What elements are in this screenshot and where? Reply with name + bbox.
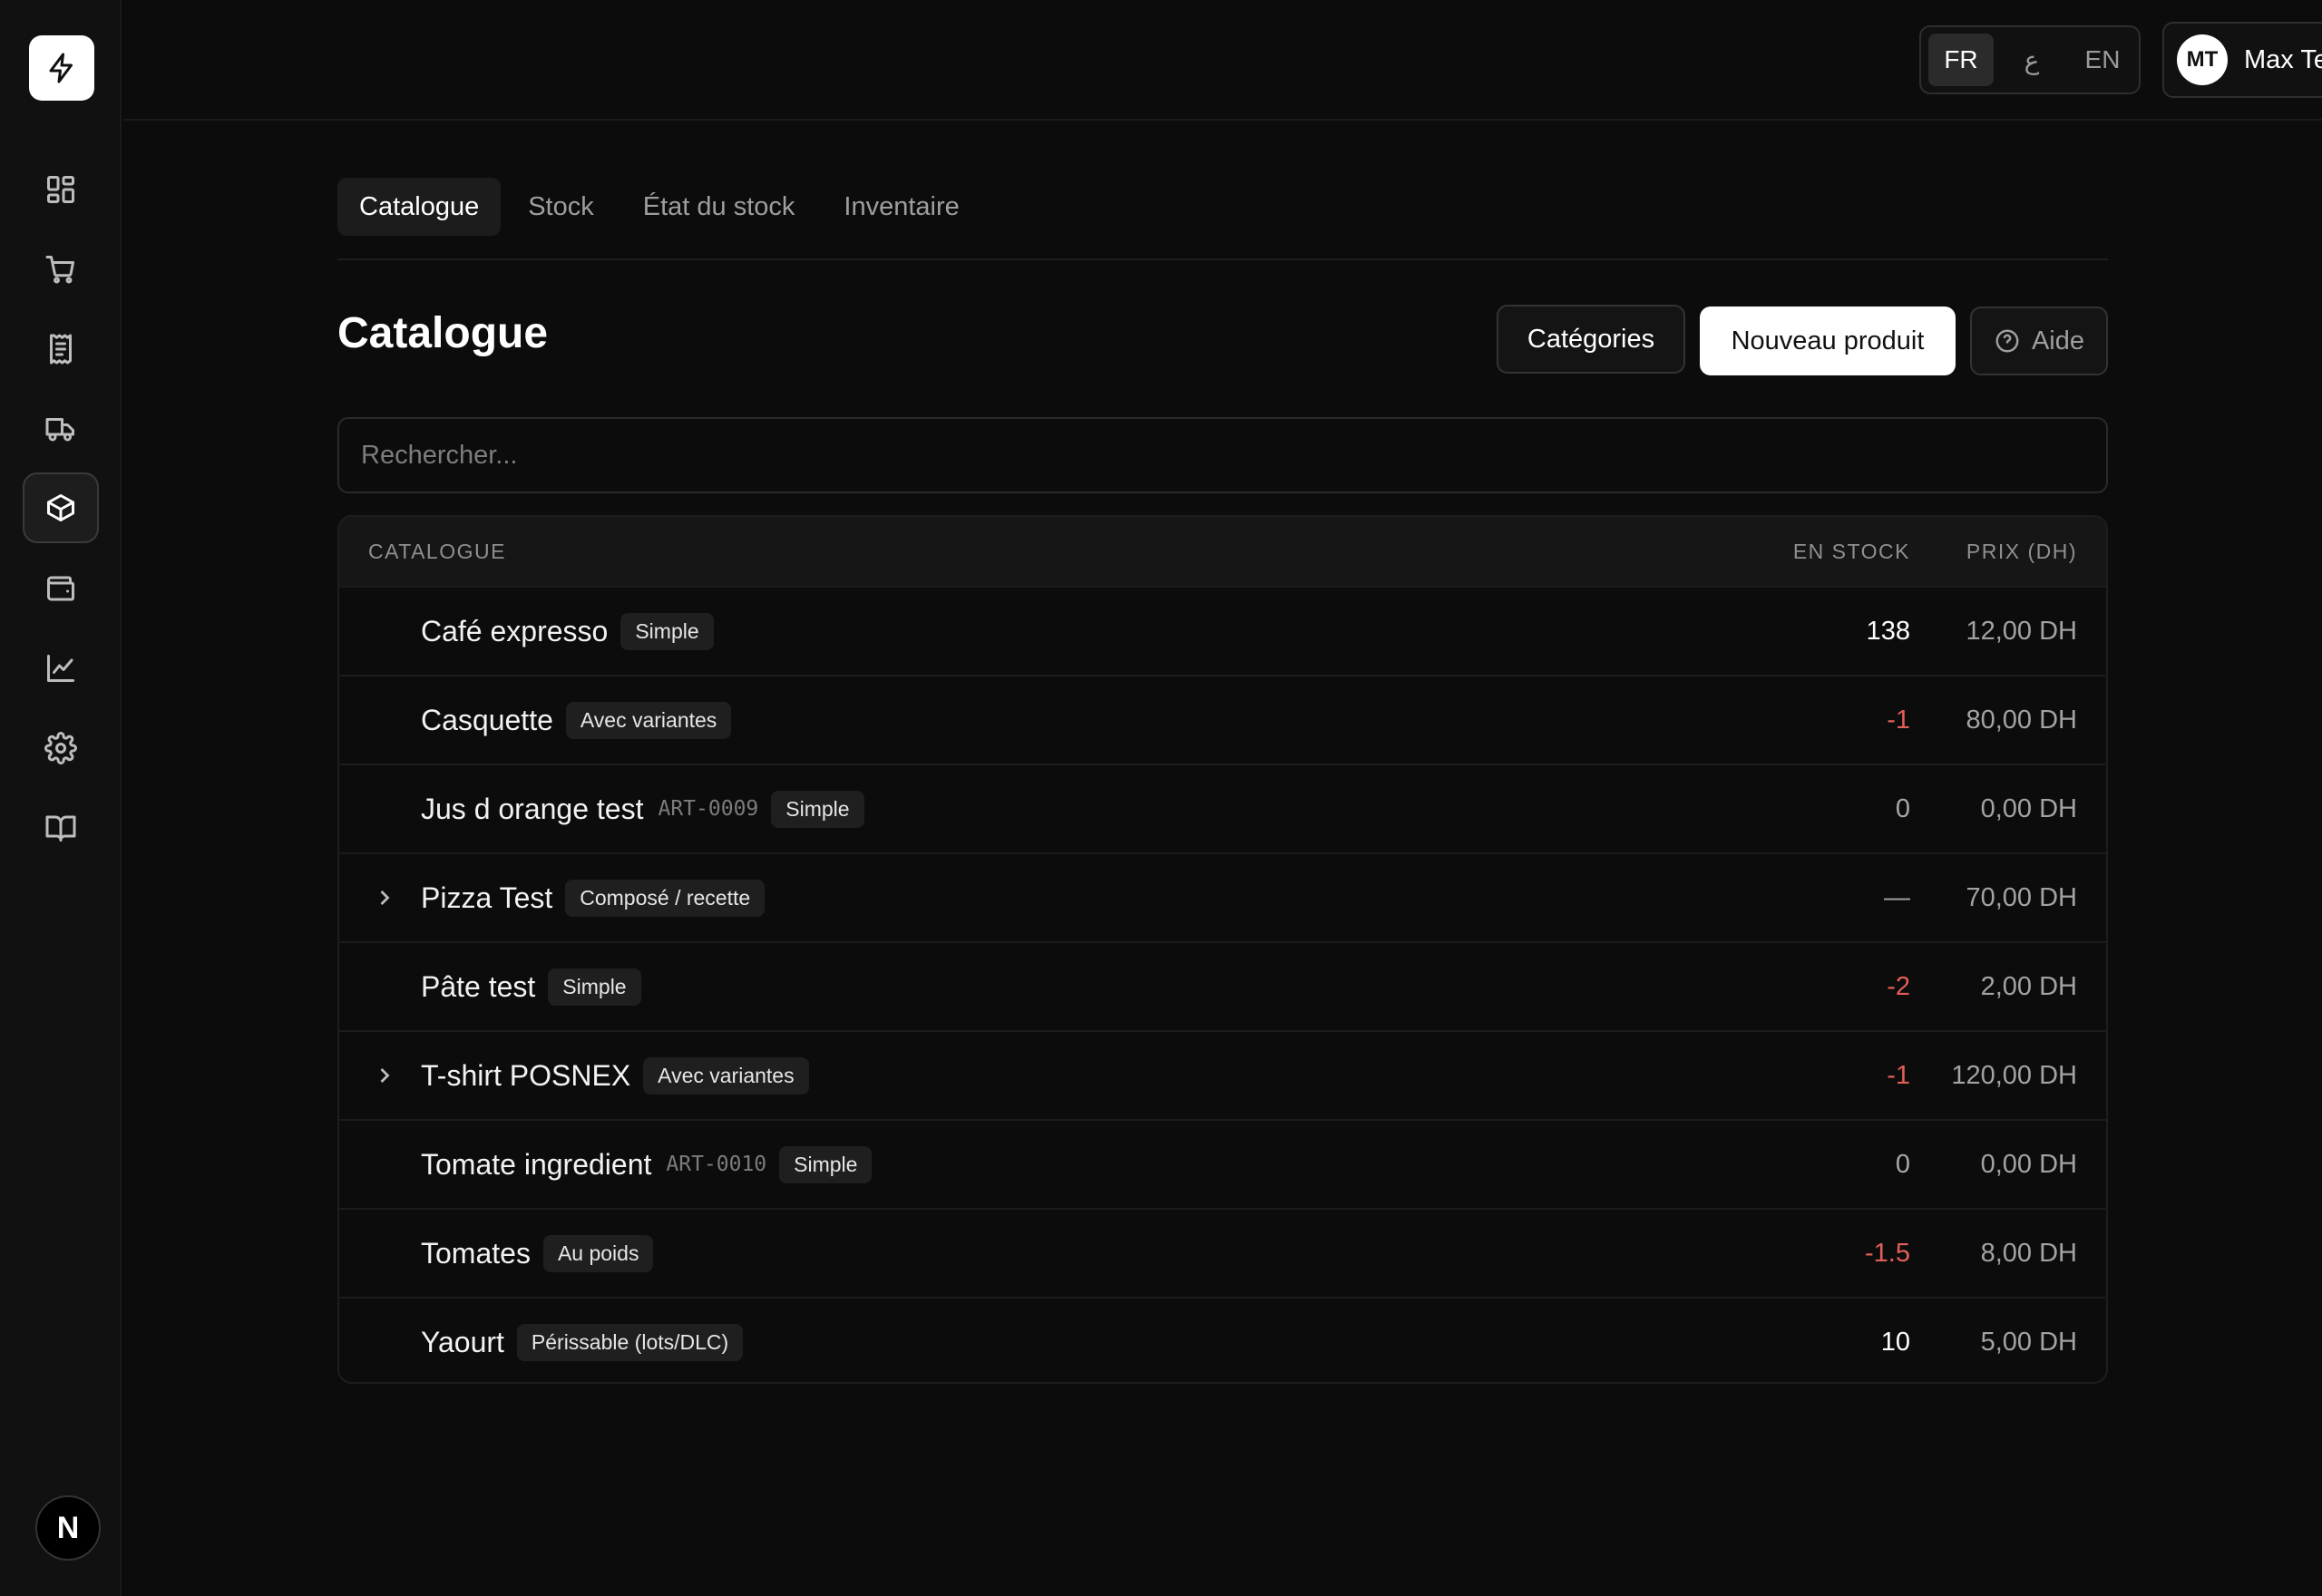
- chart-icon: [47, 655, 74, 682]
- price-value: 0,00 DH: [1980, 1149, 2077, 1179]
- price-value: 70,00 DH: [1966, 882, 2077, 912]
- product-sku: ART-0009: [658, 797, 759, 821]
- lang-ar-button[interactable]: ع: [1999, 34, 2064, 86]
- sidebar-item-wallet[interactable]: [23, 553, 99, 624]
- cart-icon: [45, 256, 74, 284]
- settings-icon: [44, 732, 77, 764]
- truck-icon: [45, 418, 74, 442]
- dashboard-icon: [47, 176, 74, 203]
- product-name: Casquette: [421, 703, 553, 736]
- logo[interactable]: [29, 35, 94, 101]
- page-title: Catalogue: [337, 309, 549, 357]
- column-header-name[interactable]: CATALOGUE: [339, 540, 1693, 564]
- sidebar-item-catalogue[interactable]: [23, 472, 99, 543]
- product-type-badge: Simple: [548, 968, 641, 1006]
- section-tabs: Catalogue Stock État du stock Inventaire: [337, 178, 2108, 260]
- chevron-right-icon[interactable]: [372, 1063, 397, 1088]
- table-row[interactable]: Jus d orange test ART-0009 Simple 0 0,00…: [339, 764, 2106, 852]
- table-row[interactable]: Pizza Test Composé / recette — 70,00 DH: [339, 852, 2106, 941]
- table-row[interactable]: Pâte test Simple -2 2,00 DH: [339, 941, 2106, 1030]
- product-type-badge: Avec variantes: [565, 701, 732, 739]
- catalogue-table: CATALOGUE EN STOCK PRIX (DH) Café expres…: [337, 515, 2108, 1384]
- receipt-icon: [50, 334, 72, 365]
- sidebar: N: [0, 0, 122, 1596]
- product-name: Jus d orange test: [421, 792, 644, 825]
- table-row[interactable]: T-shirt POSNEX Avec variantes -1 120,00 …: [339, 1030, 2106, 1119]
- tab-inventory[interactable]: Inventaire: [822, 178, 981, 236]
- price-value: 120,00 DH: [1951, 1060, 2077, 1090]
- sidebar-item-settings[interactable]: [23, 713, 99, 783]
- bolt-icon: [49, 53, 73, 83]
- language-switcher: FR ع EN: [1919, 25, 2141, 94]
- help-button[interactable]: Aide: [1970, 307, 2108, 375]
- help-circle-icon: [1995, 329, 2019, 353]
- sidebar-item-delivery[interactable]: [23, 394, 99, 464]
- product-type-badge: Périssable (lots/DLC): [516, 1323, 744, 1361]
- sidebar-item-sales[interactable]: [23, 234, 99, 305]
- help-label: Aide: [2031, 326, 2085, 355]
- product-type-badge: Au poids: [542, 1234, 654, 1272]
- column-header-price[interactable]: PRIX (DH): [1910, 540, 2106, 564]
- product-type-badge: Composé / recette: [565, 879, 766, 917]
- table-header: CATALOGUE EN STOCK PRIX (DH): [339, 517, 2106, 586]
- product-name: Pizza Test: [421, 881, 553, 914]
- product-name: T-shirt POSNEX: [421, 1058, 631, 1092]
- stock-value: -2: [1887, 971, 1910, 1001]
- user-name: Max Test: [2244, 44, 2322, 74]
- book-icon: [45, 815, 76, 842]
- price-value: 12,00 DH: [1966, 616, 2077, 646]
- sidebar-item-receipts[interactable]: [23, 314, 99, 384]
- categories-button[interactable]: Catégories: [1497, 305, 1685, 374]
- stock-value: -1: [1887, 1060, 1910, 1090]
- price-value: 0,00 DH: [1980, 793, 2077, 823]
- table-row[interactable]: Tomates Au poids -1.5 8,00 DH: [339, 1208, 2106, 1297]
- product-name: Café expresso: [421, 614, 609, 647]
- product-type-badge: Avec variantes: [643, 1056, 809, 1095]
- stock-value: -1.5: [1865, 1238, 1910, 1268]
- price-value: 8,00 DH: [1980, 1238, 2077, 1268]
- stock-value: 10: [1880, 1327, 1910, 1357]
- new-product-button[interactable]: Nouveau produit: [1700, 307, 1956, 375]
- search-input[interactable]: [337, 417, 2108, 493]
- table-row[interactable]: Café expresso Simple 138 12,00 DH: [339, 586, 2106, 675]
- user-menu-button[interactable]: MT Max Test: [2162, 22, 2322, 98]
- package-icon: [47, 494, 74, 521]
- stock-value: -1: [1887, 705, 1910, 735]
- lang-fr-button[interactable]: FR: [1928, 34, 1994, 86]
- tab-stock-status[interactable]: État du stock: [621, 178, 817, 236]
- product-name: Tomates: [421, 1236, 531, 1270]
- table-row[interactable]: Tomate ingredient ART-0010 Simple 0 0,00…: [339, 1119, 2106, 1208]
- price-value: 80,00 DH: [1966, 705, 2077, 735]
- tab-stock[interactable]: Stock: [506, 178, 616, 236]
- chevron-right-icon[interactable]: [372, 885, 397, 910]
- product-name: Tomate ingredient: [421, 1147, 652, 1181]
- product-type-badge: Simple: [779, 1145, 873, 1183]
- product-sku: ART-0010: [666, 1153, 767, 1176]
- sidebar-item-dashboard[interactable]: [23, 154, 99, 225]
- avatar: MT: [2177, 34, 2228, 85]
- topbar: FR ع EN MT Max Test: [123, 0, 2322, 121]
- stock-value: 138: [1866, 616, 1910, 646]
- sidebar-item-reports[interactable]: [23, 633, 99, 704]
- product-type-badge: Simple: [771, 790, 864, 828]
- lang-en-button[interactable]: EN: [2070, 34, 2135, 86]
- column-header-stock[interactable]: EN STOCK: [1693, 540, 1910, 564]
- app-root: N FR ع EN MT Max Test Catalogue Stock Ét…: [0, 0, 2322, 1596]
- stock-value: —: [1884, 882, 1910, 912]
- table-row[interactable]: Yaourt Périssable (lots/DLC) 10 5,00 DH: [339, 1297, 2106, 1382]
- table-row[interactable]: Casquette Avec variantes -1 80,00 DH: [339, 675, 2106, 764]
- product-type-badge: Simple: [620, 612, 714, 650]
- wallet-icon: [47, 576, 74, 601]
- workspace-badge[interactable]: N: [35, 1495, 101, 1561]
- tab-catalogue[interactable]: Catalogue: [337, 178, 502, 236]
- product-name: Pâte test: [421, 969, 536, 1003]
- price-value: 5,00 DH: [1980, 1327, 2077, 1357]
- stock-value: 0: [1895, 793, 1910, 823]
- product-name: Yaourt: [421, 1325, 504, 1358]
- price-value: 2,00 DH: [1980, 971, 2077, 1001]
- sidebar-item-docs[interactable]: [23, 793, 99, 863]
- stock-value: 0: [1895, 1149, 1910, 1179]
